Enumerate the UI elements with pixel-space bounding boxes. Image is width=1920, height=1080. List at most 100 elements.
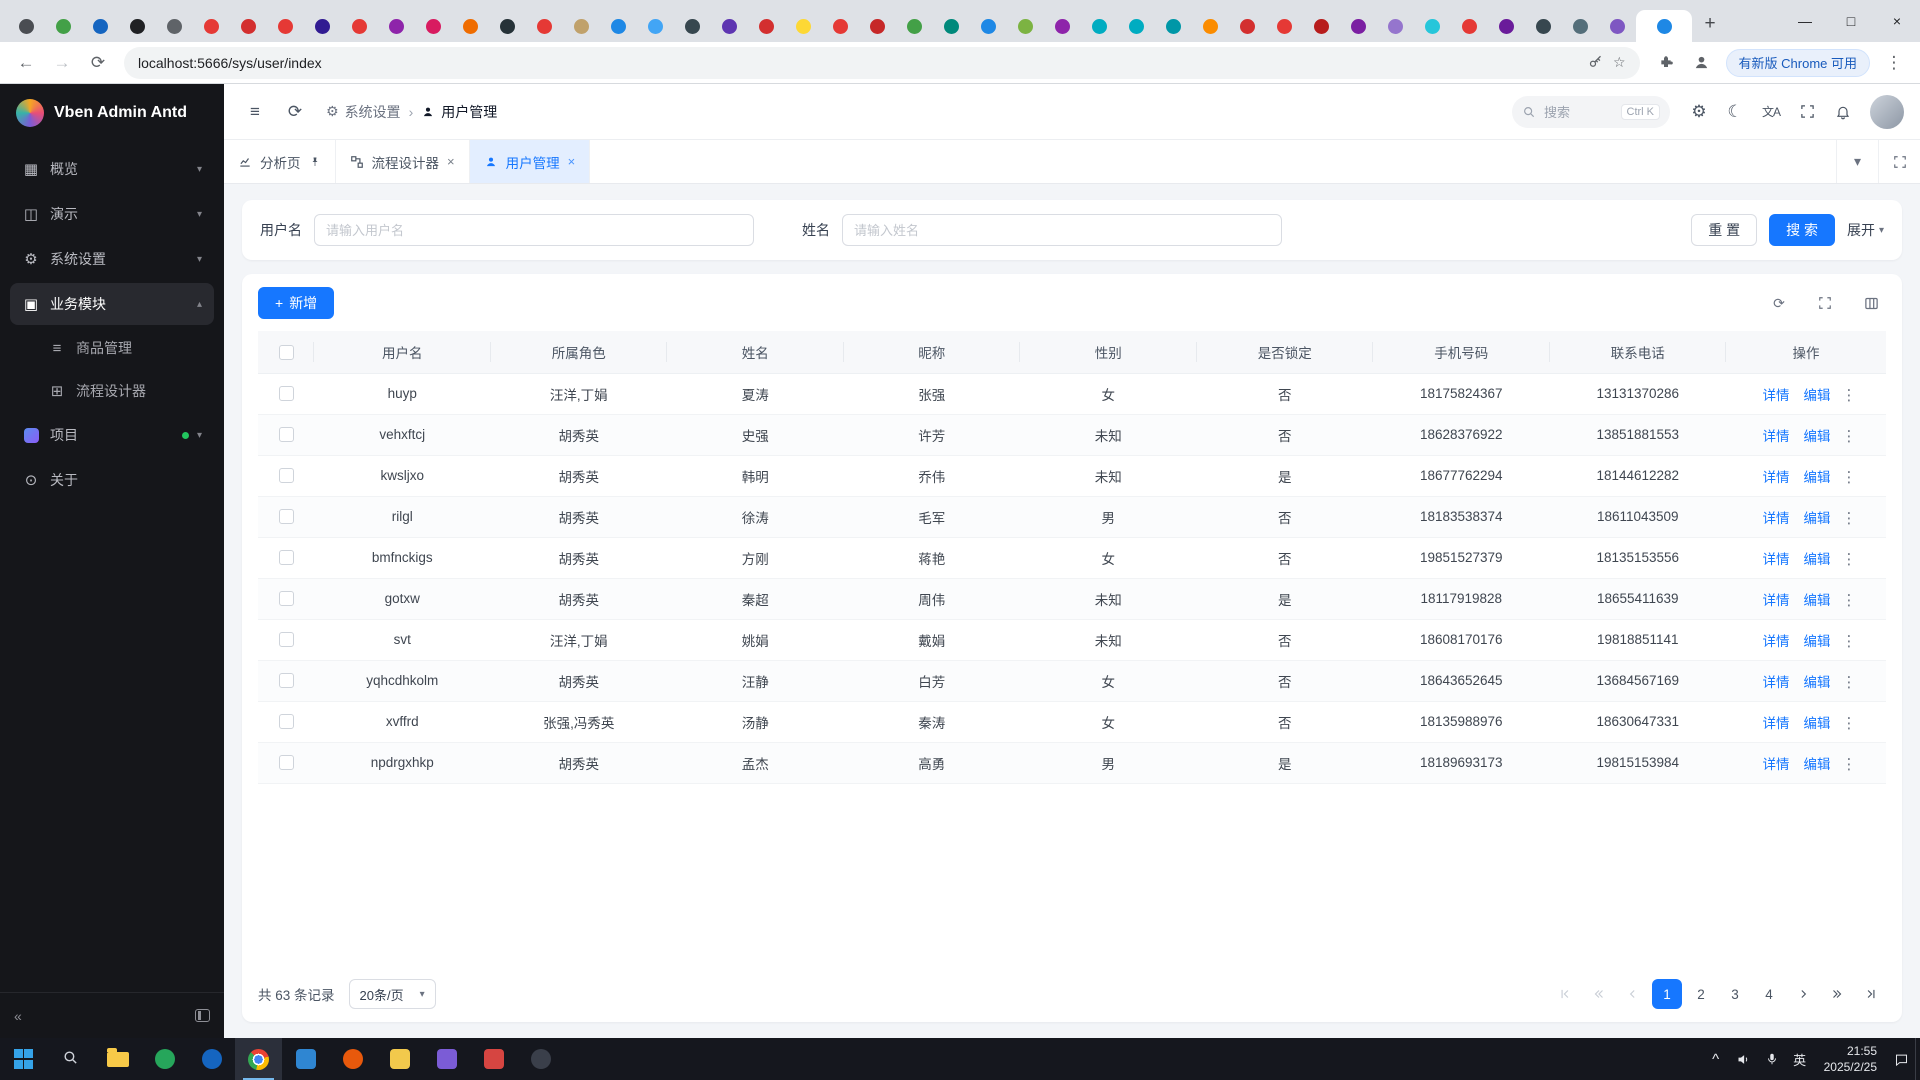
table-row[interactable]: xvffrd 张强,冯秀英 汤静 秦涛女否 18135988976 18630647331… (258, 701, 1886, 743)
page-number-1[interactable]: 1 (1652, 979, 1682, 1009)
column-header[interactable]: 所属角色 (490, 331, 667, 374)
row-action-link[interactable]: 详情 (1763, 716, 1790, 731)
browser-tab[interactable] (1081, 10, 1118, 42)
sidebar-item-business-module[interactable]: ▣ 业务模块 ▴ (10, 283, 214, 325)
minimize-button[interactable]: — (1782, 0, 1828, 42)
row-action-link[interactable]: 详情 (1763, 675, 1790, 690)
row-action-link[interactable]: 编辑 (1804, 675, 1831, 690)
browser-tab[interactable] (970, 10, 1007, 42)
browser-tab[interactable] (119, 10, 156, 42)
browser-tab[interactable] (415, 10, 452, 42)
browser-tab[interactable] (637, 10, 674, 42)
sidebar-item-flow-designer[interactable]: ⊞ 流程设计器 (10, 371, 214, 411)
browser-tab[interactable] (489, 10, 526, 42)
sidebar-item-demo[interactable]: ◫ 演示 ▾ (10, 193, 214, 235)
user-avatar[interactable] (1870, 94, 1904, 129)
column-header[interactable]: 手机号码 (1373, 331, 1550, 374)
taskbar-sticky-notes-icon[interactable] (376, 1038, 423, 1080)
page-prev-icon[interactable] (1618, 979, 1648, 1009)
row-checkbox[interactable] (278, 755, 294, 771)
browser-tab[interactable] (1488, 10, 1525, 42)
taskbar-app-dark-icon[interactable] (517, 1038, 564, 1080)
row-action-link[interactable]: 详情 (1763, 511, 1790, 526)
browser-tab[interactable] (452, 10, 489, 42)
browser-tab[interactable] (896, 10, 933, 42)
browser-tab[interactable] (1340, 10, 1377, 42)
browser-tab[interactable] (1007, 10, 1044, 42)
app-logo[interactable]: Vben Admin Antd (0, 84, 224, 142)
sidebar-item-overview[interactable]: ▦ 概览 ▾ (10, 148, 214, 190)
row-checkbox[interactable] (278, 673, 294, 689)
back-button[interactable]: ← (10, 47, 42, 79)
browser-tab[interactable] (341, 10, 378, 42)
field-input-1[interactable] (842, 214, 1282, 246)
taskbar-chrome-icon[interactable] (235, 1038, 282, 1080)
page-number-3[interactable]: 3 (1720, 979, 1750, 1009)
taskbar-clock[interactable]: 21:55 2025/2/25 (1814, 1043, 1887, 1075)
more-actions-icon[interactable]: ⋮ (1842, 428, 1857, 445)
taskbar-app-purple-icon[interactable] (423, 1038, 470, 1080)
row-checkbox[interactable] (278, 714, 294, 730)
new-tab-button[interactable]: + (1696, 10, 1724, 38)
more-actions-icon[interactable]: ⋮ (1842, 510, 1857, 527)
more-actions-icon[interactable]: ⋮ (1842, 674, 1857, 691)
taskbar-firefox-icon[interactable] (329, 1038, 376, 1080)
profile-icon[interactable] (1686, 47, 1718, 79)
tab-list-chevron-icon[interactable]: ▾ (1836, 140, 1878, 183)
pin-sidebar-icon[interactable] (195, 1009, 210, 1022)
browser-tab[interactable] (304, 10, 341, 42)
browser-tab[interactable] (933, 10, 970, 42)
more-actions-icon[interactable]: ⋮ (1842, 756, 1857, 773)
browser-tab[interactable] (859, 10, 896, 42)
sidebar-item-system-settings[interactable]: ⚙ 系统设置 ▾ (10, 238, 214, 280)
browser-tab[interactable] (1525, 10, 1562, 42)
browser-tab[interactable] (1303, 10, 1340, 42)
address-bar[interactable]: localhost:5666/sys/user/index ☆ (124, 46, 1640, 79)
row-action-link[interactable]: 详情 (1763, 388, 1790, 403)
chrome-update-badge[interactable]: 有新版 Chrome 可用 (1725, 48, 1870, 77)
row-checkbox[interactable] (278, 468, 294, 484)
browser-tab[interactable] (1229, 10, 1266, 42)
table-row[interactable]: svt 汪洋,丁娟 姚娟 戴娟 未知否 18608170176 19818851141 详情编… (258, 619, 1886, 661)
browser-tab[interactable] (711, 10, 748, 42)
close-tab-icon[interactable]: × (447, 154, 455, 169)
table-row[interactable]: gotxw 胡秀英 秦超 周伟 未知是 18117919828 18655411639 详情编… (258, 578, 1886, 620)
breadcrumb-item-current[interactable]: 用户管理 (421, 102, 497, 122)
table-row[interactable]: kwsljxo 胡秀英 韩明 乔伟 未知是 18677762294 18144612282 详… (258, 455, 1886, 497)
table-row[interactable]: npdrgxhkp 胡秀英 孟杰 高勇男是 18189693173 19815153984… (258, 742, 1886, 784)
browser-tab[interactable] (674, 10, 711, 42)
fullscreen-icon[interactable] (1792, 97, 1822, 127)
row-action-link[interactable]: 详情 (1763, 552, 1790, 567)
expand-toggle[interactable]: 展开 ▾ (1847, 220, 1884, 240)
bookmark-star-icon[interactable]: ☆ (1613, 54, 1626, 71)
row-action-link[interactable]: 编辑 (1804, 429, 1831, 444)
column-settings-icon[interactable] (1856, 288, 1886, 318)
row-action-link[interactable]: 编辑 (1804, 757, 1831, 772)
row-action-link[interactable]: 详情 (1763, 429, 1790, 444)
browser-tab[interactable] (8, 10, 45, 42)
table-row[interactable]: bmfnckigs 胡秀英 方刚 蒋艳女否 19851527379 18135153556… (258, 537, 1886, 579)
browser-tab[interactable] (1562, 10, 1599, 42)
collapse-sidebar-icon[interactable]: « (14, 1008, 22, 1024)
table-row[interactable]: huyp 汪洋,丁娟 夏涛 张强女否 18175824367 13131370286 详情编… (258, 373, 1886, 415)
settings-gear-icon[interactable]: ⚙ (1684, 97, 1714, 127)
browser-menu-icon[interactable]: ⋮ (1878, 47, 1910, 79)
row-action-link[interactable]: 编辑 (1804, 634, 1831, 649)
browser-tab[interactable] (526, 10, 563, 42)
column-header[interactable]: 操作 (1726, 331, 1886, 374)
language-icon[interactable]: 文A (1756, 97, 1786, 127)
browser-tab[interactable] (785, 10, 822, 42)
page-number-4[interactable]: 4 (1754, 979, 1784, 1009)
row-checkbox[interactable] (278, 386, 294, 402)
taskbar-edge-icon[interactable] (188, 1038, 235, 1080)
view-tab-流程设计器[interactable]: 流程设计器 × (336, 140, 470, 183)
row-action-link[interactable]: 编辑 (1804, 716, 1831, 731)
row-action-link[interactable]: 编辑 (1804, 593, 1831, 608)
browser-tab[interactable] (230, 10, 267, 42)
page-fastprev-icon[interactable] (1584, 979, 1614, 1009)
browser-tab[interactable] (193, 10, 230, 42)
column-header[interactable]: 用户名 (314, 331, 491, 374)
more-actions-icon[interactable]: ⋮ (1842, 592, 1857, 609)
row-checkbox[interactable] (278, 591, 294, 607)
view-tab-用户管理[interactable]: 用户管理 × (469, 140, 591, 183)
